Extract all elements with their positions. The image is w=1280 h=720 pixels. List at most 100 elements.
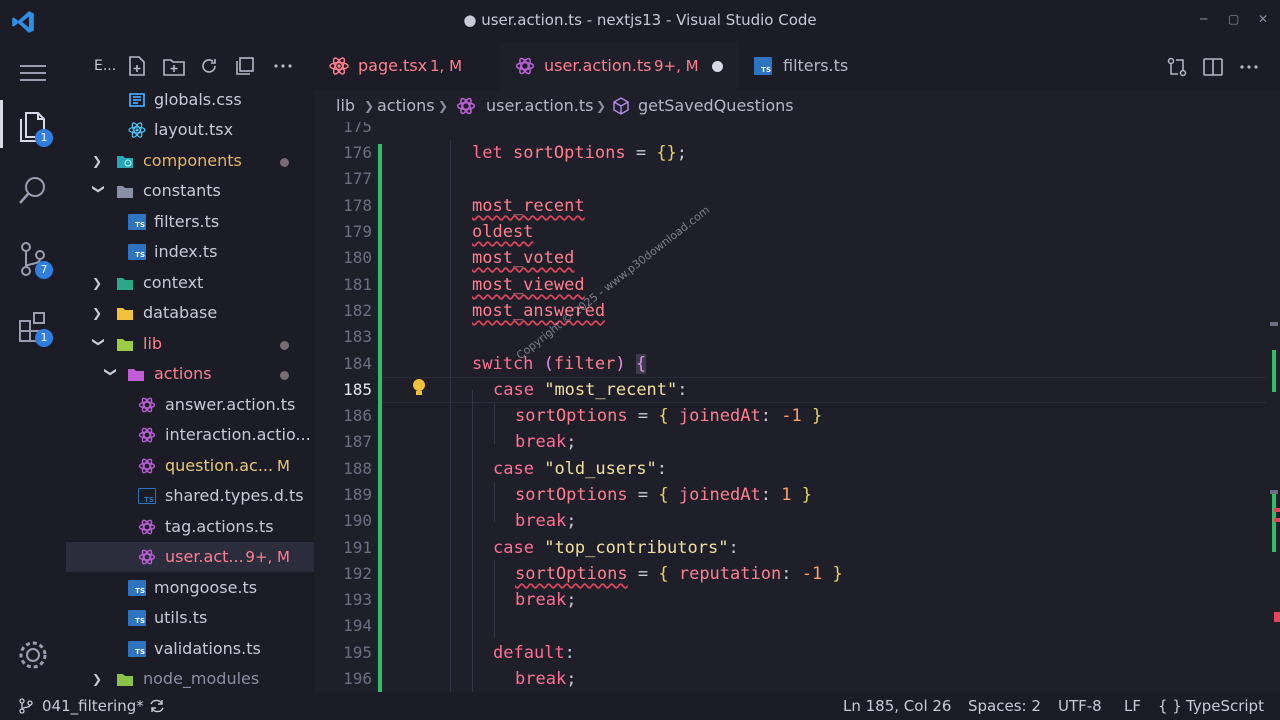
breadcrumb: lib ❯ actions ❯ user.action.ts ❯ getSave… <box>314 90 1280 122</box>
search-activity[interactable] <box>0 158 66 218</box>
line-number: 181 <box>343 275 372 294</box>
tab-status: 1, M <box>430 57 463 75</box>
search-icon <box>19 177 45 204</box>
tree-item-question-action[interactable]: question.ac... M <box>66 451 314 481</box>
tree-item-validations[interactable]: TS validations.ts <box>66 634 314 664</box>
line-number: 175 <box>343 122 372 136</box>
line-number: 189 <box>343 485 372 504</box>
tree-item-shared-types[interactable]: TS shared.types.d.ts <box>66 481 314 511</box>
react-icon <box>128 122 146 138</box>
unsaved-dot-icon[interactable] <box>712 61 723 72</box>
tab-status: 9+, M <box>654 57 699 75</box>
code-line-196: break; <box>515 669 577 689</box>
tree-item-layout-tsx[interactable]: layout.tsx <box>66 115 314 145</box>
redux-action-icon <box>515 57 535 75</box>
tree-item-interaction-action[interactable]: interaction.actio... <box>66 420 314 450</box>
branch-name[interactable]: 041_filtering* <box>42 692 144 720</box>
tree-item-tag-actions[interactable]: tag.actions.ts <box>66 512 314 542</box>
collapse-all-icon[interactable] <box>234 55 256 77</box>
breadcrumb-actions[interactable]: actions <box>377 90 435 122</box>
minimize-button[interactable]: ─ <box>1200 12 1207 26</box>
code-line-180: most_voted <box>472 248 575 268</box>
typescript-file-icon: TS <box>128 641 146 657</box>
split-editor-icon[interactable] <box>1202 56 1224 78</box>
tree-item-utils[interactable]: TS utils.ts <box>66 603 314 633</box>
overview-marker <box>1270 490 1278 494</box>
compare-changes-icon[interactable] <box>1166 56 1188 78</box>
menu-button[interactable] <box>0 42 66 102</box>
indentation[interactable]: Spaces: 2 <box>968 692 1041 720</box>
encoding[interactable]: UTF-8 <box>1058 692 1102 720</box>
explorer-activity[interactable]: 1 <box>0 94 66 154</box>
folder-components-icon <box>117 156 133 168</box>
line-number: 179 <box>343 222 372 241</box>
line-ending[interactable]: LF <box>1124 692 1141 720</box>
tree-item-mongoose[interactable]: TS mongoose.ts <box>66 573 314 603</box>
tree-item-label: actions <box>154 364 212 383</box>
line-number: 196 <box>343 669 372 688</box>
tree-folder-node-modules[interactable]: ❯ node_modules <box>66 664 314 692</box>
line-number: 191 <box>343 538 372 557</box>
lightbulb-icon[interactable] <box>410 377 428 399</box>
tree-item-user-action[interactable]: user.act... 9+, M <box>66 542 314 572</box>
tab-user-action[interactable]: user.action.ts 9+, M <box>500 42 738 90</box>
chevron-down-icon: ❯ <box>92 184 106 195</box>
modified-dot <box>280 341 289 350</box>
extensions-activity[interactable]: 1 <box>0 294 66 354</box>
tree-folder-actions[interactable]: ❯ actions <box>66 359 314 389</box>
tab-page-tsx[interactable]: page.tsx 1, M <box>314 42 500 90</box>
line-number: 176 <box>343 143 372 162</box>
git-branch-icon <box>19 698 33 714</box>
redux-action-icon <box>456 97 476 115</box>
tree-item-label: validations.ts <box>154 639 261 658</box>
tree-folder-components[interactable]: ❯ components <box>66 146 314 176</box>
tree-item-globals-css[interactable]: globals.css <box>66 85 314 115</box>
cursor-position[interactable]: Ln 185, Col 26 <box>843 692 951 720</box>
line-number: 185 <box>343 380 372 399</box>
tree-item-label: question.ac... <box>165 456 274 475</box>
tree-folder-lib[interactable]: ❯ lib <box>66 329 314 359</box>
indent-guide <box>494 560 495 638</box>
code-line-185: case "most_recent": <box>493 380 688 400</box>
new-file-icon[interactable] <box>126 55 148 77</box>
scrollbar-track[interactable] <box>1266 122 1280 692</box>
breadcrumb-file[interactable]: user.action.ts <box>486 90 593 122</box>
folder-constants-icon <box>117 186 133 198</box>
code-line-184: switch (filter) { <box>472 354 647 374</box>
tree-item-label: globals.css <box>154 90 242 109</box>
settings-activity[interactable] <box>0 622 66 682</box>
language-mode[interactable]: TypeScript <box>1186 692 1264 720</box>
indent-guide <box>494 482 495 522</box>
more-actions-icon[interactable] <box>1238 56 1260 78</box>
tab-filters-ts[interactable]: TS filters.ts <box>738 42 904 90</box>
maximize-button[interactable]: ▢ <box>1228 12 1239 26</box>
tree-item-filters-ts[interactable]: TS filters.ts <box>66 207 314 237</box>
css-file-icon <box>129 93 145 107</box>
tree-item-index-ts[interactable]: TS index.ts <box>66 237 314 267</box>
language-braces-icon: { } <box>1158 697 1182 715</box>
breadcrumb-lib[interactable]: lib <box>336 90 355 122</box>
tree-item-label: utils.ts <box>154 608 208 627</box>
line-number: 182 <box>343 301 372 320</box>
git-added-gutter <box>378 144 382 692</box>
source-control-activity[interactable]: 7 <box>0 226 66 286</box>
more-actions-icon[interactable] <box>272 55 294 77</box>
refresh-icon[interactable] <box>198 55 220 77</box>
redux-action-icon <box>138 549 156 565</box>
tab-label: filters.ts <box>783 56 849 75</box>
new-folder-icon[interactable] <box>162 55 186 77</box>
typescript-file-icon: TS <box>128 214 146 230</box>
tree-folder-context[interactable]: ❯ context <box>66 268 314 298</box>
tree-folder-database[interactable]: ❯ database <box>66 298 314 328</box>
breadcrumb-symbol[interactable]: getSavedQuestions <box>638 90 794 122</box>
extensions-badge: 1 <box>35 329 53 347</box>
sync-icon[interactable] <box>148 698 166 714</box>
close-button[interactable]: ✕ <box>1258 12 1268 26</box>
tree-item-answer-action[interactable]: answer.action.ts <box>66 390 314 420</box>
tree-folder-constants[interactable]: ❯ constants <box>66 176 314 206</box>
code-line-188: case "old_users": <box>493 459 668 479</box>
typescript-file-icon: TS <box>754 57 772 75</box>
code-editor[interactable]: 175 176 177 178 179 180 181 182 183 184 185 186 187 1… <box>314 122 1280 692</box>
code-line-179: oldest <box>472 222 534 242</box>
line-number: 195 <box>343 643 372 662</box>
